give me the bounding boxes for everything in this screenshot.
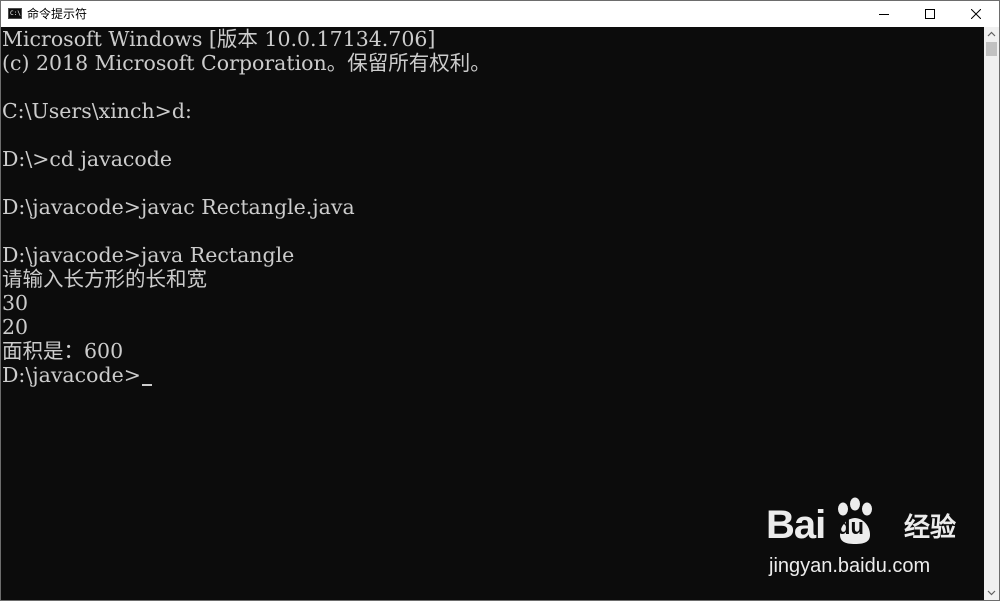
watermark-url: jingyan.baidu.com (769, 555, 931, 577)
console-line-11: 请输入长方形的长和宽 (2, 267, 207, 291)
vertical-scrollbar[interactable] (984, 27, 999, 600)
console-line-1: Microsoft Windows [版本 10.0.17134.706] (2, 27, 436, 51)
console-line-8: D:\javacode>javac Rectangle.java (2, 195, 355, 219)
baidu-jingyan-watermark: Bai du 经验 jingyan.baidu.com (766, 491, 966, 586)
cmd-app-icon[interactable]: C:\ (8, 8, 22, 19)
console-line-4: C:\Users\xinch>d: (2, 99, 192, 123)
console-line-14: 面积是：600 (2, 339, 124, 363)
arrow-up-icon (987, 31, 996, 37)
console-line-2: (c) 2018 Microsoft Corporation。保留所有权利。 (2, 51, 491, 75)
console-prompt-text: D:\javacode> (2, 363, 141, 387)
maximize-button[interactable] (907, 1, 953, 27)
minimize-icon (879, 14, 889, 15)
scroll-up-button[interactable] (984, 27, 999, 42)
console-prompt-line: D:\javacode> (2, 363, 152, 387)
scrollbar-thumb[interactable] (986, 42, 997, 56)
command-prompt-window: C:\ 命令提示符 Microsoft Windows [版本 10.0.171… (0, 0, 1000, 601)
window-title: 命令提示符 (27, 7, 88, 21)
close-icon (971, 9, 981, 19)
watermark-product: 经验 (904, 513, 957, 543)
close-button[interactable] (953, 1, 999, 27)
console-line-6: D:\>cd javacode (2, 147, 173, 171)
watermark-brand-right: du (837, 514, 864, 539)
watermark-brand-left: Bai (766, 503, 826, 547)
scroll-down-button[interactable] (984, 585, 999, 600)
console-line-13: 20 (2, 315, 29, 339)
text-cursor (141, 384, 152, 386)
maximize-icon (925, 9, 935, 19)
minimize-button[interactable] (861, 1, 907, 27)
title-bar[interactable]: C:\ 命令提示符 (1, 1, 999, 27)
console-line-10: D:\javacode>java Rectangle (2, 243, 295, 267)
arrow-down-icon (987, 590, 996, 596)
console-line-12: 30 (2, 291, 29, 315)
